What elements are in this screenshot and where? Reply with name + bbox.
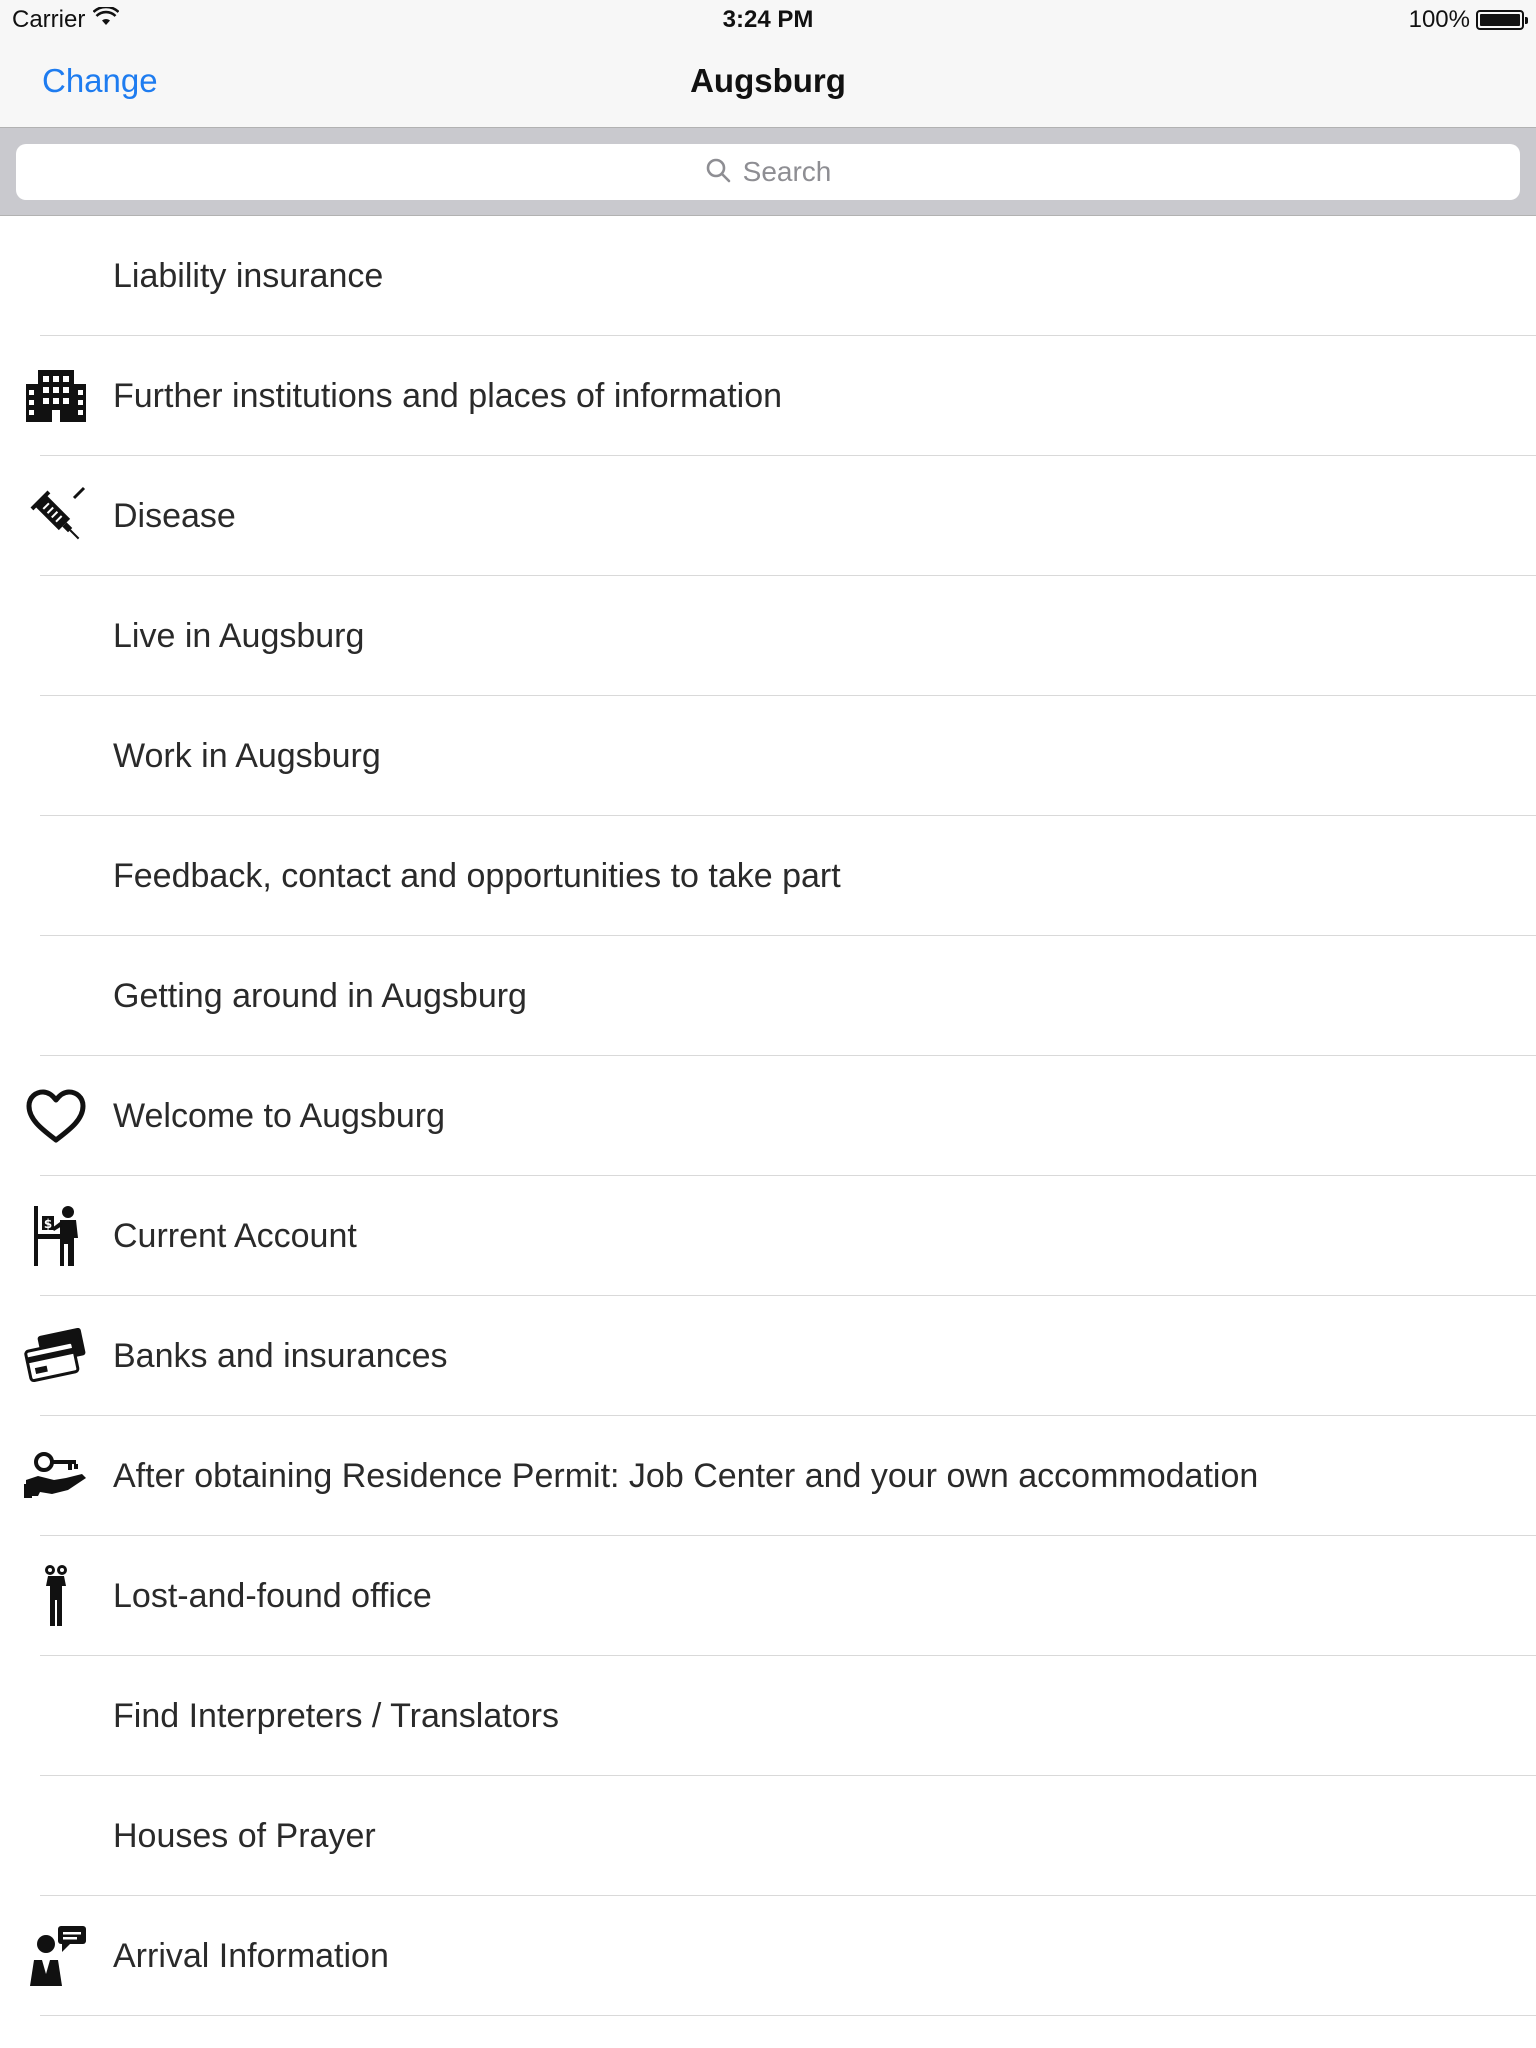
list-item-label: Feedback, contact and opportunities to t… (113, 856, 841, 895)
search-bar: Search (0, 128, 1536, 216)
change-button[interactable]: Change (42, 62, 158, 100)
list-item[interactable]: Liability insurance (0, 216, 1536, 336)
list-item-label: Welcome to Augsburg (113, 1096, 445, 1135)
list-item-label: After obtaining Residence Permit: Job Ce… (113, 1456, 1259, 1495)
list-item-label: Find Interpreters / Translators (113, 1696, 559, 1735)
list-item[interactable]: Welcome to Augsburg (0, 1056, 1536, 1176)
list-item-label: Current Account (113, 1216, 357, 1255)
list-item[interactable]: Disease (0, 456, 1536, 576)
wifi-icon (92, 5, 120, 34)
list-item[interactable]: Houses of Prayer (0, 1776, 1536, 1896)
list-item[interactable]: Find Interpreters / Translators (0, 1656, 1536, 1776)
key-hand-icon (24, 1444, 88, 1508)
category-list: Liability insurance Further institutions… (0, 216, 1536, 2016)
list-item[interactable]: $ Current Account (0, 1176, 1536, 1296)
list-item-label: Houses of Prayer (113, 1816, 376, 1855)
list-item[interactable]: Getting around in Augsburg (0, 936, 1536, 1056)
carrier-label: Carrier (12, 6, 86, 33)
page-title: Augsburg (690, 62, 846, 99)
status-bar: Carrier 3:24 PM 100% (0, 0, 1536, 42)
list-item[interactable]: Feedback, contact and opportunities to t… (0, 816, 1536, 936)
battery-icon (1476, 10, 1528, 30)
list-item-label: Liability insurance (113, 256, 384, 295)
search-placeholder: Search (742, 156, 832, 187)
battery-fill (1480, 14, 1520, 26)
list-item-label: Live in Augsburg (113, 616, 365, 655)
search-icon (705, 157, 731, 188)
list-item-label: Getting around in Augsburg (113, 976, 527, 1015)
person-binoculars-icon (24, 1564, 88, 1628)
navigation-bar: Change Augsburg (0, 42, 1536, 128)
list-item[interactable]: Lost-and-found office (0, 1536, 1536, 1656)
list-item[interactable]: Banks and insurances (0, 1296, 1536, 1416)
search-input[interactable]: Search (16, 144, 1520, 200)
battery-percent: 100% (1408, 6, 1470, 33)
status-left: Carrier (12, 5, 120, 34)
list-item[interactable]: Live in Augsburg (0, 576, 1536, 696)
list-item[interactable]: After obtaining Residence Permit: Job Ce… (0, 1416, 1536, 1536)
list-item[interactable]: Work in Augsburg (0, 696, 1536, 816)
list-item-label: Work in Augsburg (113, 736, 381, 775)
person-speech-icon (24, 1924, 88, 1988)
heart-icon (24, 1084, 88, 1148)
list-item-label: Disease (113, 496, 236, 535)
bank-counter-icon: $ (24, 1204, 88, 1268)
list-item[interactable]: Arrival Information (0, 1896, 1536, 2016)
status-right: 100% (1408, 6, 1528, 34)
list-item-label: Further institutions and places of infor… (113, 376, 783, 415)
svg-text:$: $ (44, 1217, 52, 1231)
list-item-label: Lost-and-found office (113, 1576, 432, 1615)
building-icon (24, 364, 88, 428)
syringe-icon (24, 484, 88, 548)
list-item-label: Arrival Information (113, 1936, 389, 1975)
status-time: 3:24 PM (722, 6, 814, 33)
list-item[interactable]: Further institutions and places of infor… (0, 336, 1536, 456)
list-item-label: Banks and insurances (113, 1336, 448, 1375)
credit-cards-icon (24, 1324, 88, 1388)
